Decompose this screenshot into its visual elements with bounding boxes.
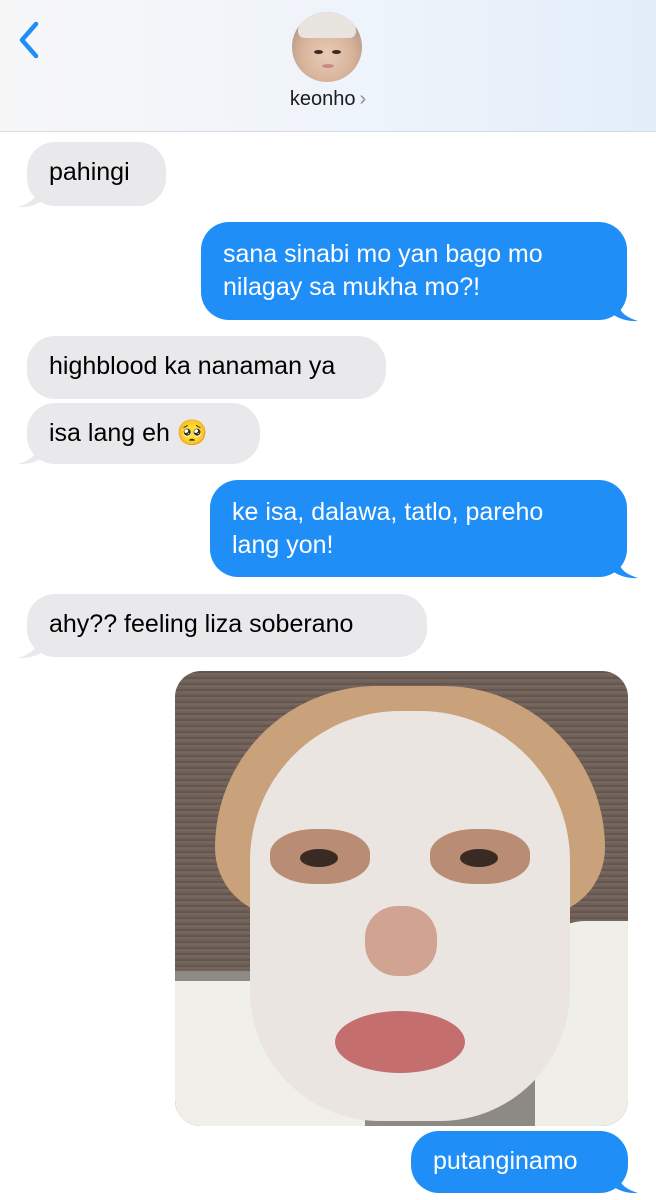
incoming-bubble-tail xyxy=(18,441,44,465)
message-text-line: ke isa, dalawa, tatlo, pareho xyxy=(232,498,544,526)
outgoing-message[interactable]: ke isa, dalawa, tatlo, pareho lang yon! xyxy=(210,480,627,577)
incoming-message[interactable]: pahingi xyxy=(27,142,166,206)
incoming-message[interactable]: highblood ka nanaman ya xyxy=(27,336,386,399)
back-button[interactable] xyxy=(16,18,56,62)
message-text-line: sana sinabi mo yan bago mo xyxy=(223,240,543,268)
avatar-eye-right xyxy=(332,50,341,54)
incoming-message[interactable]: ahy?? feeling liza soberano xyxy=(27,594,427,657)
chevron-right-icon: › xyxy=(359,88,367,110)
message-text-line: nilagay sa mukha mo?! xyxy=(223,273,481,301)
conversation-header: keonho › xyxy=(0,0,656,132)
chevron-left-icon xyxy=(19,21,39,59)
incoming-bubble-tail xyxy=(18,184,44,208)
contact-name-button[interactable]: keonho › xyxy=(0,88,656,111)
incoming-message[interactable]: isa lang eh 🥺 xyxy=(27,403,260,464)
outgoing-bubble-tail xyxy=(612,1170,638,1194)
avatar[interactable] xyxy=(292,12,362,82)
photo-lips xyxy=(335,1011,465,1073)
avatar-headwrap xyxy=(298,12,356,38)
message-text: ahy?? feeling liza soberano xyxy=(49,610,354,638)
message-text: highblood ka nanaman ya xyxy=(49,352,336,380)
message-text-line: lang yon! xyxy=(232,531,334,559)
photo-nose xyxy=(365,906,437,976)
contact-name: keonho xyxy=(289,88,356,110)
photo-eye xyxy=(460,849,498,867)
outgoing-bubble-tail xyxy=(612,555,638,579)
outgoing-bubble-tail xyxy=(612,298,638,322)
photo-eye xyxy=(300,849,338,867)
message-text: isa lang eh 🥺 xyxy=(49,419,208,447)
avatar-eye-left xyxy=(314,50,323,54)
message-text: pahingi xyxy=(49,158,130,186)
outgoing-message[interactable]: putanginamo xyxy=(411,1131,628,1193)
avatar-mouth xyxy=(322,64,334,68)
photo-attachment[interactable] xyxy=(175,671,628,1126)
incoming-bubble-tail xyxy=(18,635,44,659)
outgoing-message[interactable]: sana sinabi mo yan bago mo nilagay sa mu… xyxy=(201,222,627,320)
message-text: putanginamo xyxy=(433,1147,578,1175)
